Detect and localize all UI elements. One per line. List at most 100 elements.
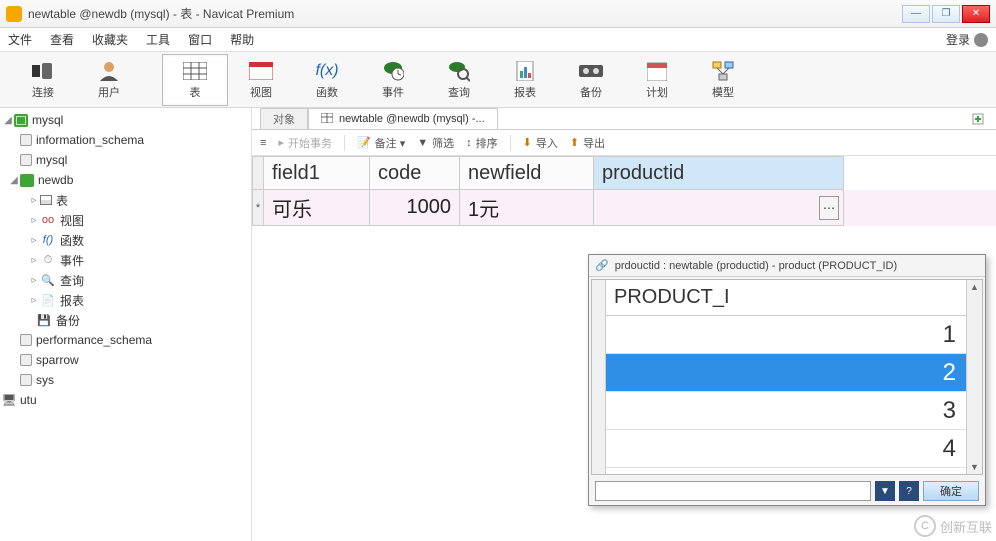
tool-function[interactable]: f(x)函数 (294, 54, 360, 106)
tool-report[interactable]: 报表 (492, 54, 558, 106)
col-field1[interactable]: field1 (264, 156, 370, 190)
app-icon (6, 6, 22, 22)
sort-icon: ↕ (466, 137, 472, 149)
fk-scrollbar[interactable]: ▲▼ (966, 280, 982, 474)
user-avatar-icon[interactable] (974, 33, 988, 47)
menu-file[interactable]: 文件 (8, 31, 32, 48)
cell-code[interactable]: 1000 (370, 190, 460, 226)
tool-model[interactable]: 模型 (690, 54, 756, 106)
connection-tree[interactable]: ◢mysql information_schema mysql ◢newdb ▹… (0, 108, 252, 541)
tree-events[interactable]: 事件 (60, 252, 84, 269)
fk-row[interactable]: 1 (606, 316, 966, 354)
tab-strip: 对象 newtable @newdb (mysql) -... (252, 108, 996, 130)
fk-popup-title: 🔗 prdouctid : newtable (productid) - pro… (589, 255, 985, 277)
fx-icon: f() (40, 233, 56, 247)
close-button[interactable]: ✕ (962, 5, 990, 23)
scroll-down-icon[interactable]: ▼ (970, 462, 979, 472)
schema-icon (20, 374, 32, 386)
fk-row[interactable]: 4 (606, 430, 966, 468)
sub-toolbar: ≡ ▸开始事务 📝备注 ▾ ▼筛选 ↕排序 ⬇导入 ⬆导出 (252, 130, 996, 156)
watermark-logo-icon: C (914, 515, 936, 537)
note-button[interactable]: 📝备注 ▾ (357, 135, 405, 151)
tree-item[interactable]: performance_schema (36, 333, 152, 347)
menu-tools[interactable]: 工具 (146, 31, 170, 48)
tree-root[interactable]: mysql (32, 113, 63, 127)
tool-backup[interactable]: 备份 (558, 54, 624, 106)
table-row[interactable]: * 可乐 1000 1元 ⋯ (252, 190, 996, 226)
schema-icon (20, 354, 32, 366)
menu-window[interactable]: 窗口 (188, 31, 212, 48)
tool-table[interactable]: 表 (162, 54, 228, 106)
import-button[interactable]: ⬇导入 (523, 135, 558, 151)
tree-item[interactable]: sparrow (36, 353, 79, 367)
cell-newfield[interactable]: 1元 (460, 190, 594, 226)
add-tab-button[interactable] (968, 109, 988, 129)
scroll-up-icon[interactable]: ▲ (970, 282, 979, 292)
tool-connect[interactable]: 连接 (10, 54, 76, 106)
fk-lookup-popup: 🔗 prdouctid : newtable (productid) - pro… (588, 254, 986, 506)
tree-item[interactable]: information_schema (36, 133, 144, 147)
export-button[interactable]: ⬆导出 (570, 135, 605, 151)
fk-row-selected[interactable]: 2 (606, 354, 966, 392)
search-db-icon (445, 60, 473, 82)
grid-header: field1 code newfield productid (252, 156, 996, 190)
fk-ok-button[interactable]: 确定 (923, 481, 979, 501)
tool-schedule[interactable]: 计划 (624, 54, 690, 106)
cell-productid[interactable]: ⋯ (594, 190, 844, 226)
col-productid[interactable]: productid (594, 156, 844, 190)
schema-icon (20, 134, 32, 146)
menu-bar: 文件 查看 收藏夹 工具 窗口 帮助 登录 (0, 28, 996, 52)
tree-connection[interactable]: utu (20, 393, 37, 407)
minimize-button[interactable]: — (902, 5, 930, 23)
tree-reports[interactable]: 报表 (60, 292, 84, 309)
tree-tables[interactable]: 表 (56, 192, 68, 209)
play-icon: ▸ (278, 136, 284, 149)
tab-objects[interactable]: 对象 (260, 108, 308, 129)
col-newfield[interactable]: newfield (460, 156, 594, 190)
cell-field1[interactable]: 可乐 (264, 190, 370, 226)
diagram-icon (709, 60, 737, 82)
fk-find-button[interactable]: ? (899, 481, 919, 501)
fk-filter-button[interactable]: ▼ (875, 481, 895, 501)
menu-help[interactable]: 帮助 (230, 31, 254, 48)
tree-views[interactable]: 视图 (60, 212, 84, 229)
begin-transaction-button[interactable]: ▸开始事务 (278, 135, 332, 151)
funnel-icon: ▼ (417, 137, 428, 149)
tool-view[interactable]: 视图 (228, 54, 294, 106)
sort-button[interactable]: ↕排序 (466, 135, 498, 151)
tree-item[interactable]: mysql (36, 153, 67, 167)
main-toolbar: 连接 用户 表 视图 f(x)函数 事件 查询 报表 备份 计划 模型 (0, 52, 996, 108)
tree-item[interactable]: sys (36, 373, 54, 387)
tool-query[interactable]: 查询 (426, 54, 492, 106)
clock-icon (379, 60, 407, 82)
fk-footer: ▼ ? 确定 (589, 477, 985, 505)
export-icon: ⬆ (570, 136, 579, 149)
menu-button[interactable]: ≡ (260, 137, 266, 149)
tree-functions[interactable]: 函数 (60, 232, 84, 249)
tab-newtable[interactable]: newtable @newdb (mysql) -... (308, 108, 498, 129)
tool-user[interactable]: 用户 (76, 54, 142, 106)
title-bar: newtable @newdb (mysql) - 表 - Navicat Pr… (0, 0, 996, 28)
view-icon: oo (40, 213, 56, 227)
tree-backups[interactable]: 备份 (56, 312, 80, 329)
tool-event[interactable]: 事件 (360, 54, 426, 106)
database-icon (14, 114, 28, 127)
fk-row[interactable]: 3 (606, 392, 966, 430)
tape-icon (577, 60, 605, 82)
tree-queries[interactable]: 查询 (60, 272, 84, 289)
fk-column-header[interactable]: PRODUCT_I (606, 280, 966, 316)
query-icon: 🔍 (40, 273, 56, 287)
plus-icon (971, 112, 985, 126)
menu-view[interactable]: 查看 (50, 31, 74, 48)
filter-button[interactable]: ▼筛选 (417, 135, 454, 151)
watermark: C 创新互联 (914, 515, 992, 537)
fk-search-input[interactable] (595, 481, 871, 501)
fk-picker-button[interactable]: ⋯ (819, 196, 839, 220)
col-code[interactable]: code (370, 156, 460, 190)
maximize-button[interactable]: ❐ (932, 5, 960, 23)
fk-table[interactable]: PRODUCT_I 1 2 3 4 (606, 280, 966, 474)
backup-icon: 💾 (36, 313, 52, 327)
tree-item-newdb[interactable]: newdb (38, 173, 73, 187)
login-link[interactable]: 登录 (946, 31, 970, 48)
menu-favorites[interactable]: 收藏夹 (92, 31, 128, 48)
